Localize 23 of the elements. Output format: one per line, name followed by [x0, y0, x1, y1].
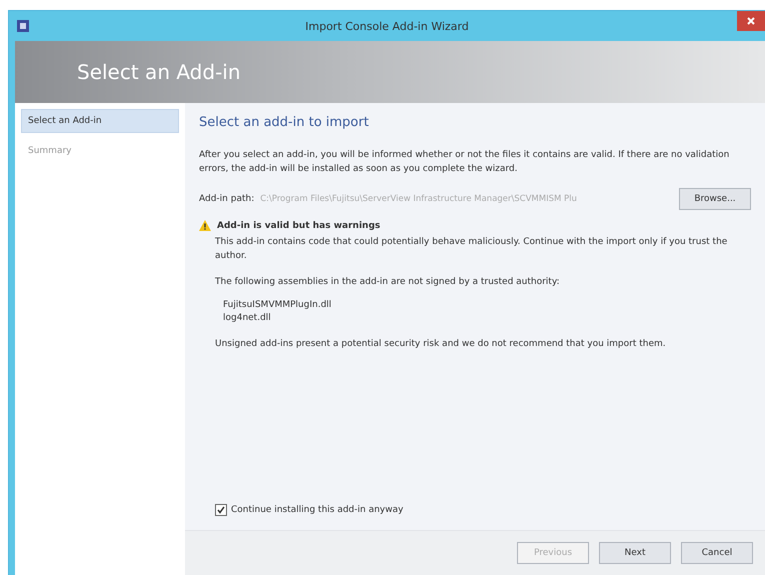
continue-checkbox[interactable]: Continue installing this add-in anyway: [215, 504, 751, 516]
risk-text: Unsigned add-ins present a potential security risk and we do not recommend that you import them.: [215, 338, 667, 351]
assembly-name: log4net.dll: [222, 312, 272, 325]
window-title: Import Console Add-in Wizard: [304, 20, 470, 32]
checkbox-label: Continue installing this add-in anyway: [231, 505, 404, 515]
wizard-step[interactable]: Select an Add-in: [21, 109, 179, 133]
warning-title: Add-in is valid but has warnings: [217, 220, 380, 230]
check-icon: [217, 506, 225, 514]
app-icon: [17, 20, 29, 32]
header-title: Select an Add-in: [77, 60, 241, 84]
warning-icon: [199, 220, 211, 231]
close-button[interactable]: [737, 11, 765, 31]
path-label: Add-in path:: [199, 194, 254, 204]
checkbox[interactable]: [215, 504, 227, 516]
intro-text: After you select an add-in, you will be informed whether or not the files it contains are valid. If there are no validation errors, the add-in will be installed as soon as you complete the wizard.: [199, 149, 730, 176]
wizard-button[interactable]: Next: [599, 542, 671, 564]
close-icon: [747, 17, 755, 25]
assemblies-text: The following assemblies in the add-in are not signed by a trusted authority:: [215, 276, 561, 289]
assembly-name: FujitsuISMVMMPlugIn.dll: [222, 299, 332, 312]
browse-button[interactable]: Browse...: [679, 188, 751, 210]
wizard-button[interactable]: Cancel: [681, 542, 753, 564]
page-heading: Select an add-in to import: [199, 115, 370, 130]
warning-text: This add-in contains code that could potentially behave maliciously. Continue with the import only if you trust the author.: [215, 236, 728, 263]
